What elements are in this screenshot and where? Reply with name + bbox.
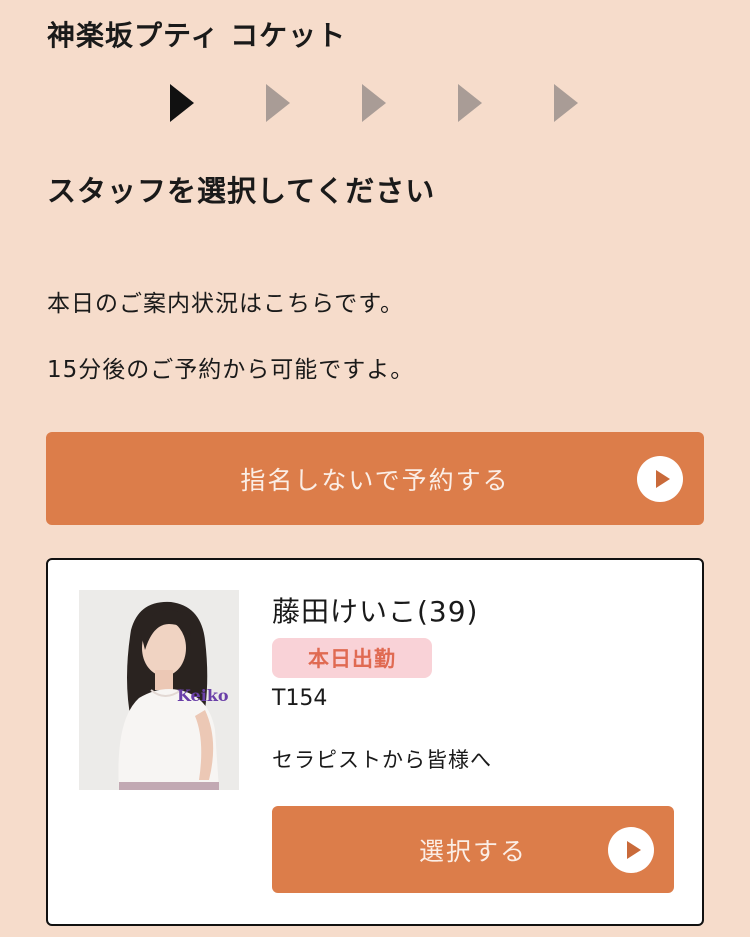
step-5-arrow-icon [554, 82, 650, 124]
book-without-nomination-button[interactable]: 指名しないで予約する [46, 432, 704, 525]
step-2-arrow-icon [266, 82, 362, 124]
play-circle-icon [637, 456, 683, 502]
status-badge: 本日出勤 [272, 638, 432, 678]
info-text-status: 本日のご案内状況はこちらです。 [47, 291, 405, 317]
staff-name[interactable]: 藤田けいこ(39) [272, 590, 478, 630]
step-indicator [170, 82, 650, 124]
staff-message-link[interactable]: セラピストから皆様へ [272, 744, 492, 774]
step-4-arrow-icon [458, 82, 554, 124]
page-heading: スタッフを選択してください [47, 174, 436, 208]
step-3-arrow-icon [362, 82, 458, 124]
step-1-arrow-icon [170, 82, 266, 124]
staff-card: Keiko 藤田けいこ(39) 本日出勤 T154 セラピストから皆様へ 選択す… [46, 558, 704, 926]
info-text-availability: 15分後のご予約から可能ですよ。 [47, 357, 415, 383]
select-staff-button[interactable]: 選択する [272, 806, 674, 893]
staff-height: T154 [272, 686, 328, 711]
staff-photo[interactable]: Keiko [79, 590, 239, 790]
book-without-nomination-label: 指名しないで予約する [240, 465, 510, 495]
play-circle-icon [608, 827, 654, 873]
select-staff-label: 選択する [418, 836, 527, 866]
staff-photo-caption: Keiko [177, 686, 229, 705]
shop-title: 神楽坂プティ コケット [47, 19, 347, 52]
